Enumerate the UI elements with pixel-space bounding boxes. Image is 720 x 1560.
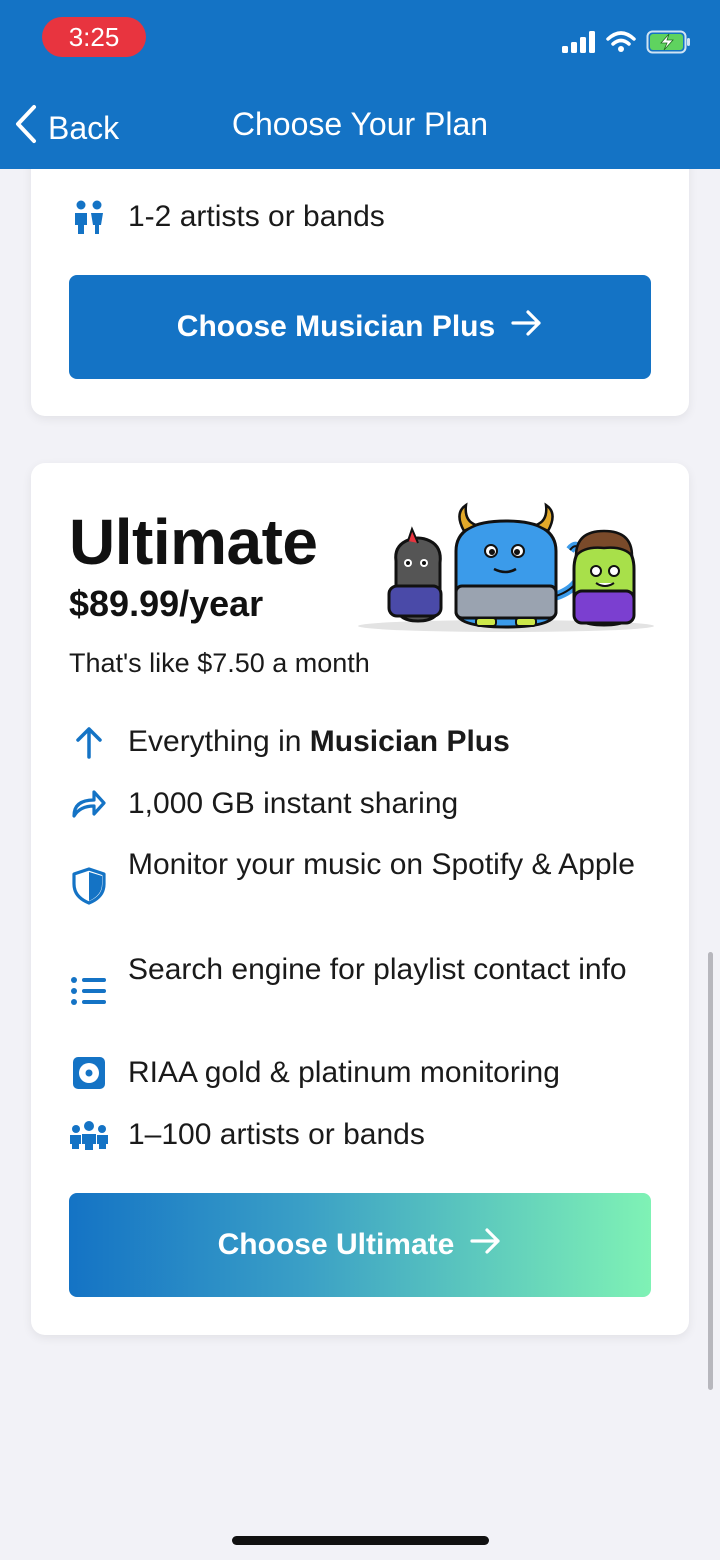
- home-indicator[interactable]: [232, 1536, 489, 1545]
- status-icons: [562, 30, 692, 58]
- monthly-price-note: That's like $7.50 a month: [69, 648, 370, 678]
- status-time: 3:25: [42, 17, 146, 57]
- wifi-icon: [606, 30, 636, 58]
- people-icon: [69, 196, 109, 238]
- choose-ultimate-button[interactable]: Choose Ultimate: [69, 1193, 651, 1297]
- battery-charging-icon: [646, 30, 692, 59]
- arrow-up-icon: [69, 721, 109, 763]
- feature-artists-count: 1–100 artists or bands: [69, 1114, 659, 1156]
- feature-text-bold: Musician Plus: [309, 725, 510, 758]
- feature-text: 1-2 artists or bands: [128, 200, 385, 233]
- ultimate-card: Ultimate $89.99/year That's like $7.50 a…: [31, 463, 689, 1335]
- feature-text-prefix: Everything in: [128, 725, 310, 758]
- feature-everything-in-plus: Everything in Musician Plus: [69, 721, 659, 763]
- scrollbar[interactable]: [708, 952, 713, 1390]
- feature-text: Everything in Musician Plus: [128, 721, 510, 763]
- feature-text: 1,000 GB instant sharing: [128, 787, 459, 820]
- feature-text: RIAA gold & platinum monitoring: [128, 1056, 560, 1089]
- arrow-right-icon: [470, 1228, 502, 1262]
- share-icon: [69, 783, 109, 825]
- signal-icon: [562, 30, 596, 58]
- shield-icon: [69, 844, 109, 928]
- feature-text: Monitor your music on Spotify & Apple: [128, 848, 635, 881]
- feature-playlist-search: Search engine for playlist contact info: [69, 949, 659, 1033]
- button-label: Choose Ultimate: [217, 1228, 455, 1261]
- page-title: Choose Your Plan: [231, 106, 489, 142]
- list-icon: [69, 949, 109, 1033]
- feature-text: Search engine for playlist contact info: [128, 953, 627, 986]
- nav-header: 3:25 Back Choose Your Plan: [0, 0, 720, 169]
- feature-artists: 1-2 artists or bands: [69, 196, 659, 238]
- feature-monitor-music: Monitor your music on Spotify & Apple: [69, 844, 659, 928]
- feature-riaa-monitoring: RIAA gold & platinum monitoring: [69, 1052, 659, 1094]
- group-icon: [69, 1114, 109, 1156]
- feature-text: 1–100 artists or bands: [128, 1118, 425, 1151]
- feature-sharing: 1,000 GB instant sharing: [69, 783, 659, 825]
- button-label: Choose Musician Plus: [176, 310, 496, 343]
- scroll-content[interactable]: 1-2 artists or bands Choose Musician Plu…: [0, 0, 720, 1560]
- mascots-illustration: [356, 501, 656, 641]
- plan-name: Ultimate: [69, 506, 318, 578]
- choose-musician-plus-button[interactable]: Choose Musician Plus: [69, 275, 651, 379]
- arrow-right-icon: [511, 310, 543, 344]
- plan-price: $89.99/year: [69, 583, 264, 624]
- record-icon: [69, 1052, 109, 1094]
